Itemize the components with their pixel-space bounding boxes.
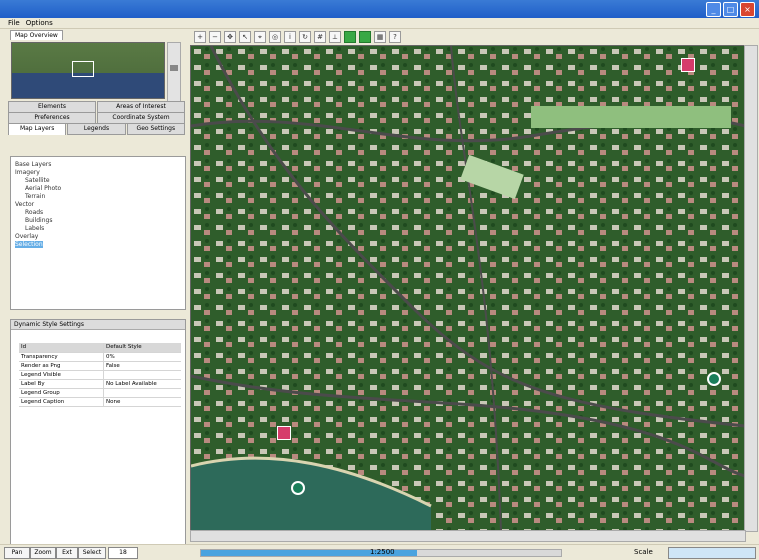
- property-value[interactable]: False: [104, 362, 181, 370]
- property-value[interactable]: No Label Available: [104, 380, 181, 388]
- map-canvas[interactable]: [190, 45, 746, 532]
- properties-title: Dynamic Style Settings: [11, 320, 185, 330]
- property-value[interactable]: [104, 389, 181, 397]
- properties-header-value[interactable]: Default Style: [104, 343, 181, 352]
- map-overview[interactable]: [11, 42, 165, 99]
- property-key: Render as Png: [19, 362, 104, 370]
- property-key: Legend Visible: [19, 371, 104, 379]
- title-bar: _ □ ×: [0, 0, 759, 18]
- menu-file[interactable]: File: [8, 18, 20, 28]
- tree-node[interactable]: Aerial Photo: [25, 185, 61, 192]
- property-value[interactable]: 0%: [104, 353, 181, 361]
- map-vertical-scrollbar[interactable]: [744, 45, 758, 532]
- map-pin-icon[interactable]: [277, 426, 291, 440]
- select-icon[interactable]: ↖: [239, 31, 251, 43]
- overview-viewport-rect[interactable]: [72, 61, 94, 77]
- zoom-slider-thumb[interactable]: [170, 65, 178, 71]
- pan-button[interactable]: Pan: [4, 547, 30, 559]
- select-button[interactable]: Select: [78, 547, 106, 559]
- info-marker-icon[interactable]: [707, 372, 721, 386]
- overview-toggle-icon[interactable]: ▦: [374, 31, 386, 43]
- property-value[interactable]: [104, 371, 181, 379]
- left-panel: Map Overview Elements Areas of Interest …: [8, 29, 186, 545]
- tree-node[interactable]: Base Layers: [15, 161, 51, 168]
- maximize-button[interactable]: □: [723, 2, 738, 17]
- zoom-level-input[interactable]: 18: [108, 547, 138, 559]
- info-icon[interactable]: i: [284, 31, 296, 43]
- tab-map-overview[interactable]: Map Overview: [10, 30, 63, 40]
- map-toolbar: + − ✥ ↖ ⌖ ◎ i ↻ # ⟂ ▦ ?: [190, 29, 759, 45]
- layers-green-2-icon[interactable]: [359, 31, 371, 43]
- link-icon[interactable]: ⟂: [329, 31, 341, 43]
- property-key: Legend Group: [19, 389, 104, 397]
- close-button[interactable]: ×: [740, 2, 755, 17]
- tree-node[interactable]: Imagery: [15, 169, 40, 176]
- status-field: [668, 547, 756, 559]
- tree-node[interactable]: Roads: [25, 209, 43, 216]
- tree-node[interactable]: Satellite: [25, 177, 50, 184]
- tree-node-selected[interactable]: Selection: [15, 241, 43, 248]
- properties-panel: Dynamic Style Settings Id Default Style …: [10, 319, 186, 545]
- properties-header-key: Id: [19, 343, 104, 352]
- tree-node[interactable]: Terrain: [25, 193, 45, 200]
- tree-node[interactable]: Overlay: [15, 233, 38, 240]
- minimize-button[interactable]: _: [706, 2, 721, 17]
- tab-map-layers[interactable]: Map Layers: [8, 123, 67, 135]
- app-window: _ □ × File Options + − ✥ ↖ ⌖ ◎ i ↻ # ⟂ ▦…: [0, 0, 759, 560]
- grid-icon[interactable]: #: [314, 31, 326, 43]
- zoom-out-icon[interactable]: −: [209, 31, 221, 43]
- property-key: Transparency: [19, 353, 104, 361]
- tab-geo-settings[interactable]: Geo Settings: [126, 123, 185, 135]
- tree-node[interactable]: Labels: [25, 225, 44, 232]
- layers-green-icon[interactable]: [344, 31, 356, 43]
- zoom-in-icon[interactable]: +: [194, 31, 206, 43]
- zoom-button[interactable]: Zoom: [30, 547, 56, 559]
- scale-label: Scale: [634, 548, 653, 556]
- property-key: Label By: [19, 380, 104, 388]
- help-icon[interactable]: ?: [389, 31, 401, 43]
- property-key: Legend Caption: [19, 398, 104, 406]
- pan-icon[interactable]: ✥: [224, 31, 236, 43]
- scale-readout: 1:2500: [370, 548, 395, 556]
- properties-grid: Id Default Style Transparency 0% Render …: [19, 343, 181, 407]
- map-horizontal-scrollbar[interactable]: [190, 530, 746, 542]
- rotate-icon[interactable]: ↻: [299, 31, 311, 43]
- layer-tree: Base Layers Imagery Satellite Aerial Pho…: [10, 156, 186, 310]
- poi-marker-icon[interactable]: [291, 481, 305, 495]
- measure-icon[interactable]: ⌖: [254, 31, 266, 43]
- menu-bar: File Options: [0, 18, 759, 29]
- locate-icon[interactable]: ◎: [269, 31, 281, 43]
- tab-legends[interactable]: Legends: [67, 123, 126, 135]
- tree-node[interactable]: Buildings: [25, 217, 52, 224]
- property-value[interactable]: None: [104, 398, 181, 406]
- map-pin-icon[interactable]: [681, 58, 695, 72]
- menu-options[interactable]: Options: [26, 18, 53, 28]
- status-bar: Pan Zoom Ext Select 18 1:2500 Scale: [0, 544, 759, 560]
- tree-node[interactable]: Vector: [15, 201, 34, 208]
- map-imagery: [191, 46, 745, 531]
- extent-button[interactable]: Ext: [56, 547, 78, 559]
